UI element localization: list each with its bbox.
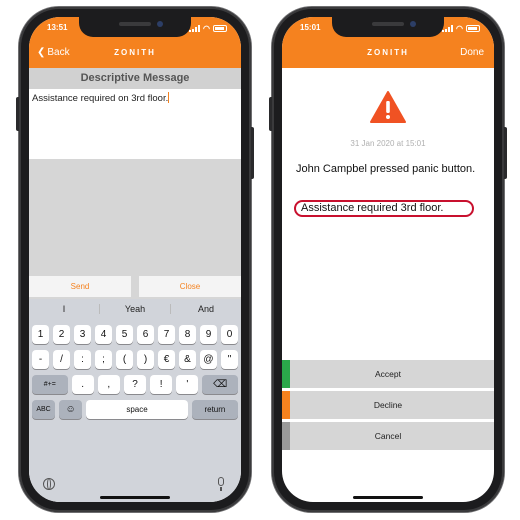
empty-area [29, 159, 241, 275]
message-input[interactable]: Assistance required on 3rd floor. [29, 89, 241, 159]
phone-frame-left: 13:51 ◠ ❮ Back ZONITH Descriptive Messag… [16, 7, 254, 512]
suggestion-bar: I Yeah And [29, 299, 241, 319]
done-button[interactable]: Done [460, 47, 484, 58]
key[interactable]: 5 [116, 325, 133, 344]
screen-left: 13:51 ◠ ❮ Back ZONITH Descriptive Messag… [29, 17, 241, 502]
chevron-left-icon: ❮ [37, 47, 46, 58]
back-label: Back [47, 47, 70, 58]
battery-icon [466, 25, 480, 32]
brand-logo: ZONITH [367, 48, 409, 57]
key[interactable]: , [97, 375, 120, 394]
alert-timestamp: 31 Jan 2020 at 15:01 [350, 139, 426, 148]
decline-color-bar [282, 391, 290, 419]
brand-logo: ZONITH [114, 48, 156, 57]
send-button[interactable]: Send [29, 276, 131, 297]
status-icons: ◠ [442, 24, 480, 33]
accept-label: Accept [375, 369, 401, 379]
back-button[interactable]: ❮ Back [37, 47, 70, 58]
home-indicator[interactable] [353, 496, 423, 499]
key[interactable]: / [53, 350, 70, 369]
close-button[interactable]: Close [139, 276, 241, 297]
keyboard: I Yeah And 1 2 3 4 5 6 7 8 9 0 - / : ; (… [29, 299, 241, 502]
key[interactable]: 3 [74, 325, 91, 344]
accept-color-bar [282, 360, 290, 388]
microphone-icon[interactable] [218, 477, 224, 491]
accept-button[interactable]: Accept [282, 360, 494, 388]
backspace-icon: ⌫ [213, 379, 228, 390]
key[interactable]: @ [200, 350, 217, 369]
warning-triangle-icon [370, 91, 406, 123]
suggestion-item[interactable]: Yeah [100, 304, 171, 314]
key[interactable]: 4 [95, 325, 112, 344]
wifi-icon: ◠ [203, 24, 210, 33]
message-text: Assistance required on 3rd floor. [32, 93, 169, 104]
home-indicator[interactable] [100, 496, 170, 499]
nav-bar: ZONITH Done [282, 39, 494, 68]
battery-icon [213, 25, 227, 32]
key[interactable]: ( [116, 350, 133, 369]
screen-right: 15:01 ◠ ZONITH Done 31 Jan 2020 at 15:01… [282, 17, 494, 502]
key[interactable]: ' [176, 375, 199, 394]
key[interactable]: 0 [221, 325, 238, 344]
key-row-3: #+= . , ? ! ' ⌫ [29, 375, 241, 394]
symbols-key[interactable]: #+= [32, 375, 68, 394]
backspace-key[interactable]: ⌫ [202, 375, 238, 394]
emoji-key[interactable]: ☺ [59, 400, 83, 419]
action-row: Send Close [29, 275, 241, 299]
decline-button[interactable]: Decline [282, 391, 494, 419]
key[interactable]: € [158, 350, 175, 369]
key[interactable]: - [32, 350, 49, 369]
return-key[interactable]: return [191, 400, 238, 419]
status-time: 15:01 [300, 23, 321, 32]
warning-wrap [282, 90, 494, 124]
key[interactable]: ? [123, 375, 147, 394]
key[interactable]: & [179, 350, 196, 369]
alert-highlight-text: Assistance required 3rd floor. [294, 200, 474, 217]
key[interactable]: 6 [137, 325, 154, 344]
key[interactable]: 8 [179, 325, 196, 344]
key[interactable]: ) [137, 350, 154, 369]
suggestion-item[interactable]: And [171, 304, 241, 314]
key[interactable]: 2 [53, 325, 70, 344]
key[interactable]: ! [150, 375, 173, 394]
key-row-2: - / : ; ( ) € & @ " [29, 350, 241, 369]
globe-icon[interactable] [43, 478, 55, 490]
nav-bar: ❮ Back ZONITH [29, 39, 241, 68]
page-title: Descriptive Message [29, 68, 241, 89]
key-row-1: 1 2 3 4 5 6 7 8 9 0 [29, 325, 241, 344]
status-icons: ◠ [189, 24, 227, 33]
space-key[interactable]: space [86, 400, 188, 419]
notch [332, 17, 444, 37]
key[interactable]: 9 [200, 325, 217, 344]
key[interactable]: 1 [32, 325, 49, 344]
emoji-icon: ☺ [65, 404, 76, 415]
status-time: 13:51 [47, 23, 68, 32]
cancel-color-bar [282, 422, 290, 450]
cancel-label: Cancel [374, 431, 402, 441]
abc-key[interactable]: ABC [32, 400, 56, 419]
key[interactable]: . [71, 375, 94, 394]
keyboard-bottom-bar [29, 476, 241, 496]
text-caret [168, 92, 170, 103]
alert-message: John Campbel pressed panic button. [296, 163, 476, 175]
decline-label: Decline [373, 400, 403, 410]
notch [79, 17, 191, 37]
wifi-icon: ◠ [456, 24, 463, 33]
key[interactable]: : [74, 350, 91, 369]
cancel-button[interactable]: Cancel [282, 422, 494, 450]
key-row-4: ABC ☺ space return [29, 400, 241, 419]
key[interactable]: 7 [158, 325, 175, 344]
key[interactable]: " [221, 350, 238, 369]
message-text-wrap: Assistance required on 3rd floor. [32, 92, 170, 104]
phone-frame-right: 15:01 ◠ ZONITH Done 31 Jan 2020 at 15:01… [269, 7, 507, 512]
suggestion-item[interactable]: I [29, 304, 100, 314]
key[interactable]: ; [95, 350, 112, 369]
